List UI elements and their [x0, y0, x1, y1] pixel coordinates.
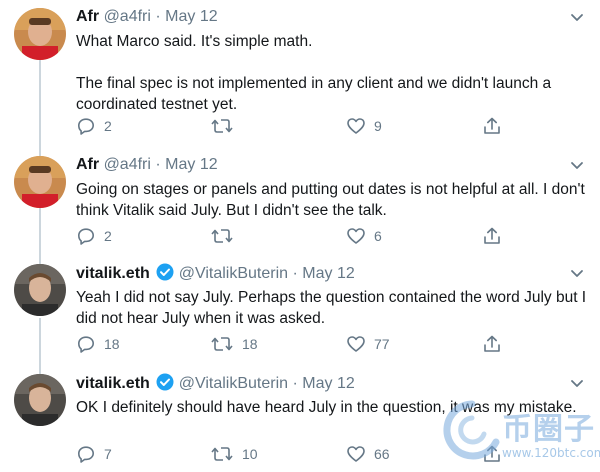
retweet-icon	[210, 334, 234, 354]
user-handle[interactable]: @a4fri	[104, 156, 151, 173]
tweet[interactable]: vitalik.eth @VitalikButerin · May 12 Yea…	[0, 256, 600, 366]
display-name[interactable]: Afr	[76, 8, 99, 25]
reply-icon	[76, 444, 96, 464]
tweet-text: Going on stages or panels and putting ou…	[76, 181, 590, 219]
tweet-actions: 2 9	[76, 114, 516, 138]
share-icon	[482, 444, 502, 464]
share-icon	[482, 116, 502, 136]
share-icon	[482, 334, 502, 354]
retweet-button[interactable]	[210, 114, 242, 138]
reply-count: 2	[104, 118, 112, 134]
share-button[interactable]	[482, 442, 502, 466]
separator-dot: ·	[155, 8, 161, 25]
share-icon	[482, 226, 502, 246]
retweet-button[interactable]: 18	[210, 332, 258, 356]
verified-badge-icon	[156, 373, 174, 397]
tweet-actions: 2 6	[76, 224, 516, 248]
separator-dot: ·	[292, 375, 298, 392]
verified-badge-icon	[156, 263, 174, 287]
retweet-icon	[210, 226, 234, 246]
share-button[interactable]	[482, 114, 502, 138]
user-handle[interactable]: @a4fri	[104, 8, 151, 25]
retweet-count: 10	[242, 446, 258, 462]
display-name[interactable]: vitalik.eth	[76, 265, 150, 282]
heart-icon	[346, 444, 366, 464]
separator-dot: ·	[292, 265, 298, 282]
tweet[interactable]: Afr @a4fri · May 12 Going on stages or p…	[0, 148, 600, 256]
tweet-text: Yeah I did not say July. Perhaps the que…	[76, 289, 591, 327]
chevron-down-icon[interactable]	[568, 264, 586, 282]
heart-icon	[346, 116, 366, 136]
avatar-afr[interactable]	[14, 8, 66, 60]
tweet-date[interactable]: May 12	[302, 265, 354, 282]
chevron-down-icon[interactable]	[568, 374, 586, 392]
tweet-header: Afr @a4fri · May 12	[76, 7, 218, 27]
display-name[interactable]: Afr	[76, 156, 99, 173]
avatar-vitalik[interactable]	[14, 374, 66, 426]
chevron-down-icon[interactable]	[568, 8, 586, 26]
retweet-button[interactable]	[210, 224, 242, 248]
reply-button[interactable]: 2	[76, 224, 112, 248]
like-count: 77	[374, 336, 390, 352]
reply-button[interactable]: 2	[76, 114, 112, 138]
like-count: 9	[374, 118, 382, 134]
retweet-count: 18	[242, 336, 258, 352]
like-button[interactable]: 9	[346, 114, 382, 138]
reply-button[interactable]: 18	[76, 332, 120, 356]
tweet-header: Afr @a4fri · May 12	[76, 155, 218, 175]
display-name[interactable]: vitalik.eth	[76, 375, 150, 392]
like-count: 66	[374, 446, 390, 462]
reply-button[interactable]: 7	[76, 442, 112, 466]
like-button[interactable]: 77	[346, 332, 390, 356]
retweet-button[interactable]: 10	[210, 442, 258, 466]
avatar-vitalik[interactable]	[14, 264, 66, 316]
tweet-date[interactable]: May 12	[165, 156, 217, 173]
reply-icon	[76, 116, 96, 136]
tweet-date[interactable]: May 12	[302, 375, 354, 392]
reply-count: 7	[104, 446, 112, 462]
tweet-header: vitalik.eth @VitalikButerin · May 12	[76, 263, 355, 287]
tweet-header: vitalik.eth @VitalikButerin · May 12	[76, 373, 355, 397]
share-button[interactable]	[482, 224, 502, 248]
chevron-down-icon[interactable]	[568, 156, 586, 174]
tweet[interactable]: vitalik.eth @VitalikButerin · May 12 OK …	[0, 366, 600, 472]
like-count: 6	[374, 228, 382, 244]
reply-count: 2	[104, 228, 112, 244]
reply-icon	[76, 334, 96, 354]
tweet-text: What Marco said. It's simple math. The f…	[76, 33, 552, 113]
reply-icon	[76, 226, 96, 246]
tweet-text: OK I definitely should have heard July i…	[76, 399, 577, 416]
share-button[interactable]	[482, 332, 502, 356]
avatar-afr[interactable]	[14, 156, 66, 208]
like-button[interactable]: 6	[346, 224, 382, 248]
tweet-actions: 18 18 77	[76, 332, 516, 356]
heart-icon	[346, 226, 366, 246]
retweet-icon	[210, 116, 234, 136]
like-button[interactable]: 66	[346, 442, 390, 466]
separator-dot: ·	[155, 156, 161, 173]
reply-count: 18	[104, 336, 120, 352]
tweet-actions: 7 10 66	[76, 442, 516, 466]
tweet-date[interactable]: May 12	[165, 8, 217, 25]
user-handle[interactable]: @VitalikButerin	[179, 375, 288, 392]
heart-icon	[346, 334, 366, 354]
tweet[interactable]: Afr @a4fri · May 12 What Marco said. It'…	[0, 0, 600, 148]
retweet-icon	[210, 444, 234, 464]
user-handle[interactable]: @VitalikButerin	[179, 265, 288, 282]
